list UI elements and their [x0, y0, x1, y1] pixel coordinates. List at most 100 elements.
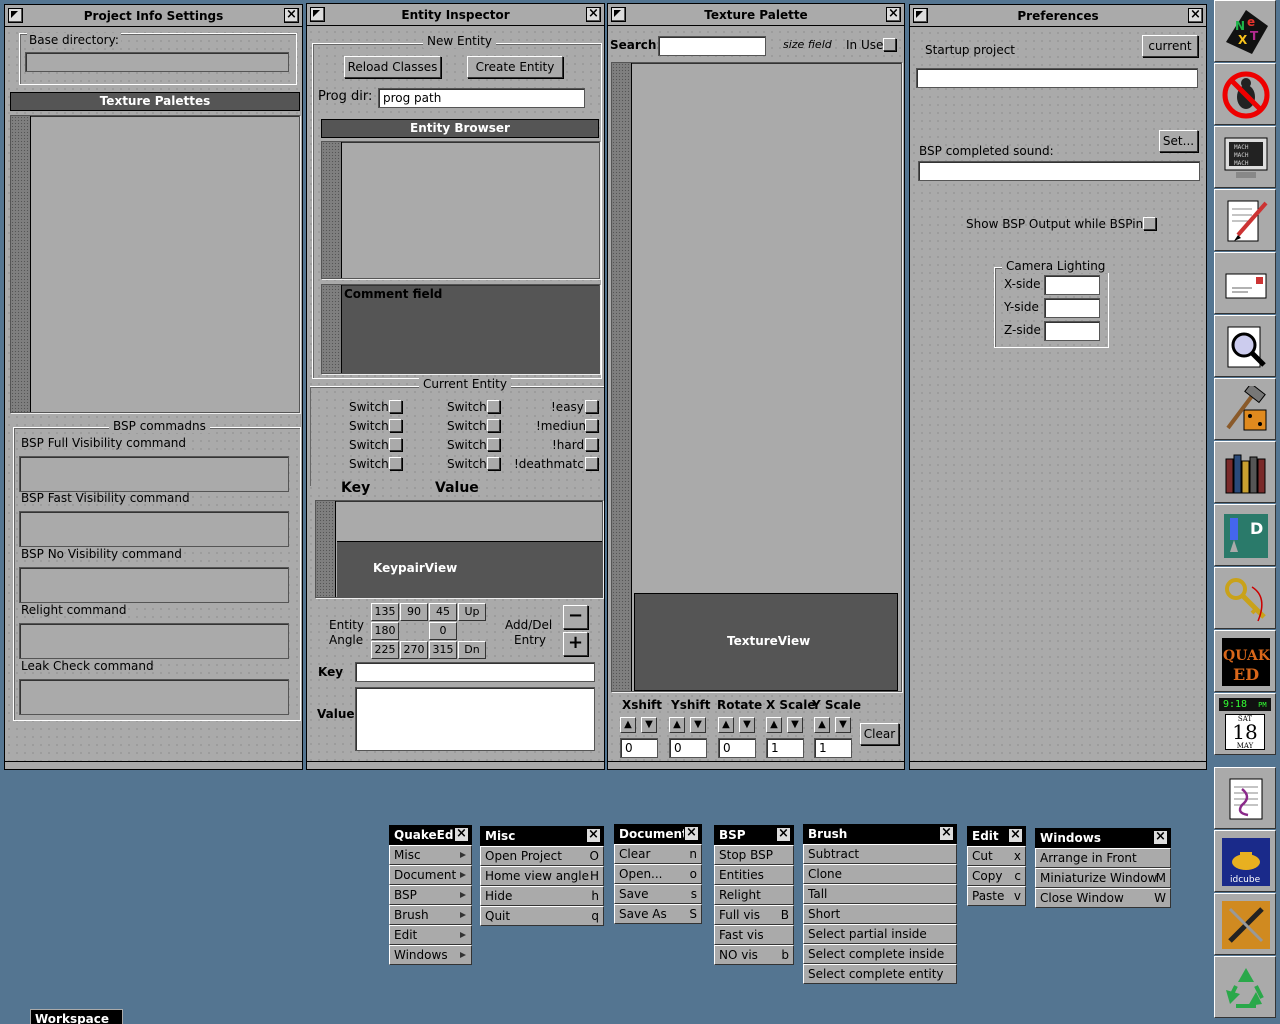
startup-project-field[interactable] [916, 68, 1198, 88]
close-icon[interactable]: × [886, 7, 901, 22]
menu-title[interactable]: Misc × [480, 826, 604, 846]
close-icon[interactable]: × [1188, 8, 1203, 23]
texture-view[interactable]: TextureView [634, 593, 898, 691]
menu-item-stop-bsp[interactable]: Stop BSP [714, 845, 794, 865]
angle-90-button[interactable]: 90 [400, 603, 428, 621]
miniaturize-icon[interactable] [8, 8, 23, 23]
show-bsp-output-checkbox[interactable] [1143, 217, 1156, 230]
flag-checkbox[interactable] [389, 400, 402, 413]
prog-dir-field[interactable]: prog path [378, 88, 585, 108]
menu-item-clear[interactable]: Clear n [614, 844, 702, 864]
resize-bar[interactable] [307, 761, 604, 769]
angle-315-button[interactable]: 315 [429, 641, 457, 659]
flag-checkbox[interactable] [487, 400, 500, 413]
menu-item-select-partial-inside[interactable]: Select partial inside [803, 924, 957, 944]
relight-field[interactable] [19, 623, 289, 659]
comment-field-label[interactable]: Comment field [344, 287, 442, 301]
flag-checkbox[interactable] [487, 419, 500, 432]
angle-0-button[interactable]: 0 [429, 622, 457, 640]
menu-item-cut[interactable]: Cut x [967, 846, 1026, 866]
rotate-down-button[interactable]: ▼ [739, 717, 755, 733]
z-side-field[interactable] [1044, 321, 1100, 341]
menu-item-clone[interactable]: Clone [803, 864, 957, 884]
dock-mach-terminal[interactable]: MACH MACH MACH [1214, 126, 1276, 188]
close-icon[interactable]: × [586, 828, 601, 843]
close-icon[interactable]: × [586, 7, 601, 22]
dock-keys[interactable] [1214, 567, 1276, 629]
search-field[interactable] [658, 36, 766, 56]
menu-title[interactable]: QuakeEd × [389, 825, 472, 845]
close-icon[interactable]: × [684, 826, 699, 841]
add-entry-button[interactable]: + [563, 632, 588, 656]
menu-title[interactable]: Edit × [967, 826, 1026, 846]
menu-item-relight[interactable]: Relight [714, 885, 794, 905]
dock-idcube[interactable]: idcube [1214, 830, 1276, 892]
flag-checkbox[interactable] [389, 457, 402, 470]
delete-entry-button[interactable]: − [563, 605, 588, 629]
menu-item-document[interactable]: Document [389, 865, 472, 885]
menu-item-select-complete-inside[interactable]: Select complete inside [803, 944, 957, 964]
resize-bar[interactable] [910, 761, 1206, 769]
menu-item-home-view-angle[interactable]: Home view angle H [480, 866, 604, 886]
create-entity-button[interactable]: Create Entity [467, 56, 563, 78]
dock-project-builder[interactable] [1214, 378, 1276, 440]
dock-tools[interactable] [1214, 893, 1276, 955]
base-dir-field[interactable] [25, 52, 289, 72]
menu-item-miniaturize-window[interactable]: Miniaturize Window M [1035, 868, 1171, 888]
flag-checkbox[interactable] [585, 438, 598, 451]
dock-notes[interactable] [1214, 767, 1276, 829]
flag-checkbox[interactable] [487, 457, 500, 470]
dock-interface-builder[interactable]: D [1214, 504, 1276, 566]
bsp-no-vis-field[interactable] [19, 567, 289, 603]
dock-recycler[interactable] [1214, 956, 1276, 1018]
flag-checkbox[interactable] [585, 419, 598, 432]
angle-180-button[interactable]: 180 [371, 622, 399, 640]
flag-checkbox[interactable] [389, 419, 402, 432]
keypair-scrollbar[interactable] [316, 501, 336, 597]
menu-title[interactable]: Document × [614, 824, 702, 844]
menu-item-save[interactable]: Save s [614, 884, 702, 904]
miniaturize-icon[interactable] [310, 7, 325, 22]
xscale-field[interactable]: 1 [766, 738, 804, 758]
key-field[interactable] [355, 662, 595, 682]
bsp-fast-vis-field[interactable] [19, 511, 289, 547]
menu-item-hide[interactable]: Hide h [480, 886, 604, 906]
workspace-miniwindow[interactable]: Workspace [30, 1009, 123, 1024]
bsp-sound-field[interactable] [918, 161, 1200, 181]
yshift-up-button[interactable]: ▲ [669, 717, 685, 733]
x-side-field[interactable] [1044, 275, 1100, 295]
menu-item-subtract[interactable]: Subtract [803, 844, 957, 864]
flag-checkbox[interactable] [389, 438, 402, 451]
close-icon[interactable]: × [776, 827, 791, 842]
set-sound-button[interactable]: Set... [1159, 130, 1198, 152]
yshift-field[interactable]: 0 [669, 738, 707, 758]
reload-classes-button[interactable]: Reload Classes [344, 56, 441, 78]
menu-item-short[interactable]: Short [803, 904, 957, 924]
dock-mail[interactable] [1214, 252, 1276, 314]
menu-item-arrange-in-front[interactable]: Arrange in Front [1035, 848, 1171, 868]
menu-item-entities[interactable]: Entities [714, 865, 794, 885]
dock-next-logo[interactable]: N e X T [1214, 0, 1276, 62]
bsp-full-vis-field[interactable] [19, 456, 289, 492]
entity-browser-scrollbar[interactable] [322, 142, 342, 278]
menu-item-fast-vis[interactable]: Fast vis [714, 925, 794, 945]
close-icon[interactable]: × [1153, 830, 1168, 845]
angle-135-button[interactable]: 135 [371, 603, 399, 621]
close-icon[interactable]: × [1008, 828, 1023, 843]
preferences-titlebar[interactable]: Preferences × [910, 5, 1206, 27]
menu-item-copy[interactable]: Copy c [967, 866, 1026, 886]
menu-item-windows[interactable]: Windows [389, 945, 472, 965]
close-icon[interactable]: × [284, 8, 299, 23]
angle-up-button[interactable]: Up [458, 603, 486, 621]
xshift-down-button[interactable]: ▼ [641, 717, 657, 733]
miniaturize-icon[interactable] [913, 8, 928, 23]
miniaturize-icon[interactable] [611, 7, 626, 22]
texture-scrollbar[interactable] [612, 63, 632, 691]
texture-palettes-scrollbar[interactable] [11, 116, 31, 412]
y-side-field[interactable] [1044, 298, 1100, 318]
close-icon[interactable]: × [454, 827, 469, 842]
menu-item-edit[interactable]: Edit [389, 925, 472, 945]
rotate-up-button[interactable]: ▲ [718, 717, 734, 733]
keypair-view[interactable]: KeypairView [337, 541, 602, 597]
dock-clock[interactable]: 9:18 PM SAT 18 MAY [1214, 693, 1276, 755]
